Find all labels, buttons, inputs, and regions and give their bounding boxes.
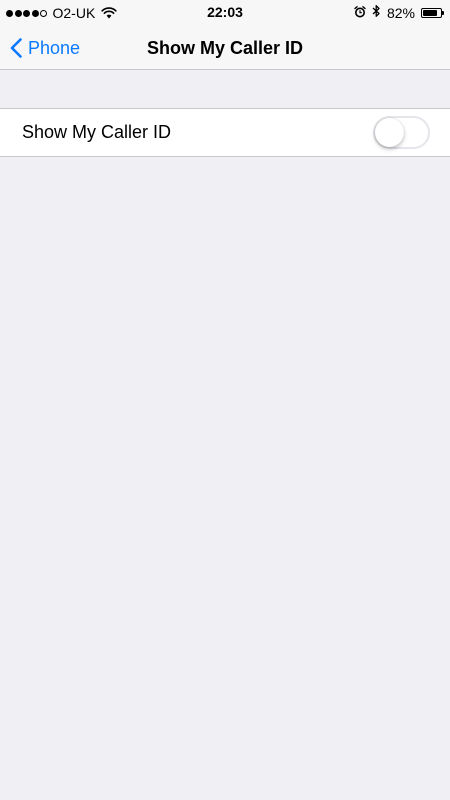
back-button-label: Phone — [28, 37, 81, 58]
battery-level-fill — [423, 9, 437, 16]
back-button[interactable]: Phone — [10, 26, 80, 70]
bluetooth-icon — [372, 4, 381, 21]
screen: O2-UK 22:03 82% Phone Show My Caller ID … — [0, 0, 450, 800]
navigation-bar: Phone Show My Caller ID — [0, 26, 450, 70]
battery-percent: 82% — [386, 4, 415, 21]
status-right: 82% — [348, 4, 444, 21]
toggle-knob — [375, 118, 404, 147]
status-bar: O2-UK 22:03 82% — [0, 0, 450, 26]
settings-cell-show-caller-id: Show My Caller ID — [0, 108, 450, 157]
chevron-left-icon — [10, 38, 22, 58]
show-caller-id-toggle[interactable] — [373, 116, 430, 149]
battery-icon — [421, 7, 444, 18]
alarm-icon — [354, 5, 366, 21]
cell-label: Show My Caller ID — [22, 122, 172, 142]
